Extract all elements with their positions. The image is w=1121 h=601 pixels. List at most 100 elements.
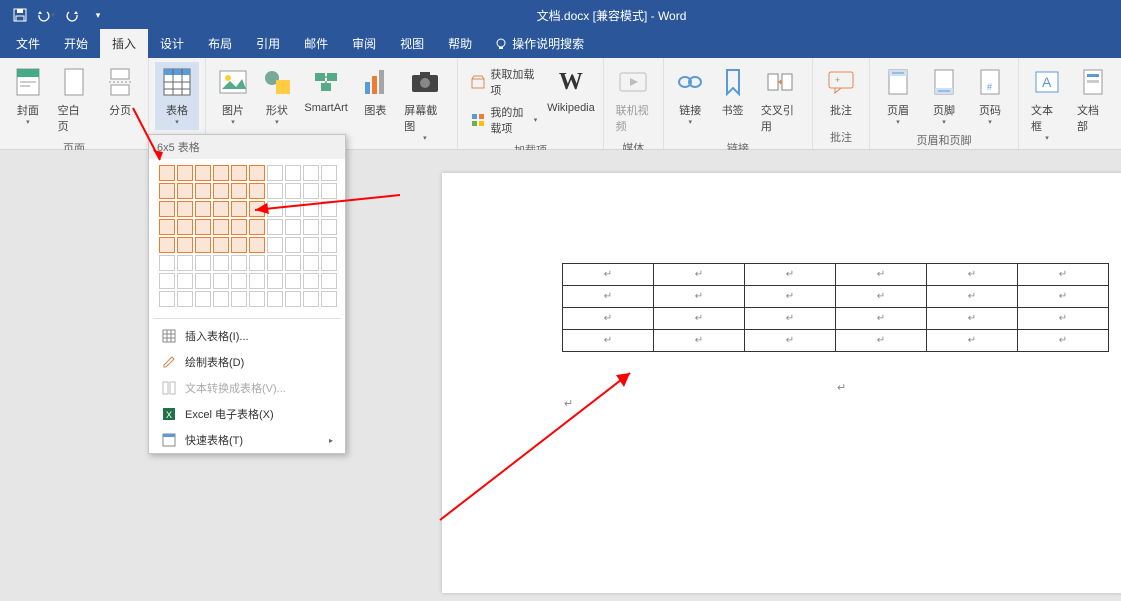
table-cell[interactable]: ↵ bbox=[563, 264, 654, 286]
chart-button[interactable]: 图表 bbox=[354, 62, 396, 122]
table-cell[interactable]: ↵ bbox=[563, 308, 654, 330]
grid-cell[interactable] bbox=[267, 273, 283, 289]
document-table[interactable]: ↵↵↵↵↵↵↵↵↵↵↵↵↵↵↵↵↵↵↵↵↵↵↵↵ bbox=[562, 263, 1109, 352]
grid-cell[interactable] bbox=[159, 237, 175, 253]
get-addins-button[interactable]: 获取加载项 bbox=[466, 64, 541, 100]
footer-button[interactable]: 页脚▾ bbox=[922, 62, 966, 130]
tab-help[interactable]: 帮助 bbox=[436, 29, 484, 58]
table-grid-picker[interactable] bbox=[149, 159, 345, 314]
grid-cell[interactable] bbox=[195, 219, 211, 235]
table-cell[interactable]: ↵ bbox=[745, 264, 836, 286]
blank-page-button[interactable]: 空白页 bbox=[52, 62, 97, 138]
grid-cell[interactable] bbox=[195, 165, 211, 181]
grid-cell[interactable] bbox=[249, 219, 265, 235]
link-button[interactable]: 链接▾ bbox=[670, 62, 710, 130]
grid-cell[interactable] bbox=[213, 165, 229, 181]
grid-cell[interactable] bbox=[177, 165, 193, 181]
grid-cell[interactable] bbox=[321, 255, 337, 271]
grid-cell[interactable] bbox=[285, 219, 301, 235]
table-cell[interactable]: ↵ bbox=[654, 330, 745, 352]
table-cell[interactable]: ↵ bbox=[836, 330, 927, 352]
undo-button[interactable]: ▾ bbox=[34, 3, 58, 27]
grid-cell[interactable] bbox=[303, 219, 319, 235]
grid-cell[interactable] bbox=[285, 291, 301, 307]
grid-cell[interactable] bbox=[231, 255, 247, 271]
table-cell[interactable]: ↵ bbox=[745, 330, 836, 352]
grid-cell[interactable] bbox=[195, 273, 211, 289]
table-cell[interactable]: ↵ bbox=[1018, 308, 1109, 330]
pictures-button[interactable]: 图片▾ bbox=[212, 62, 254, 130]
qat-customize-button[interactable]: ▾ bbox=[86, 3, 110, 27]
online-video-button[interactable]: 联机视频 bbox=[610, 62, 657, 138]
tab-mailings[interactable]: 邮件 bbox=[292, 29, 340, 58]
grid-cell[interactable] bbox=[195, 201, 211, 217]
screenshot-button[interactable]: 屏幕截图▾ bbox=[398, 62, 451, 146]
grid-cell[interactable] bbox=[321, 273, 337, 289]
crossref-button[interactable]: 交叉引用 bbox=[755, 62, 806, 138]
grid-cell[interactable] bbox=[177, 255, 193, 271]
tab-insert[interactable]: 插入 bbox=[100, 29, 148, 58]
table-cell[interactable]: ↵ bbox=[563, 286, 654, 308]
table-cell[interactable]: ↵ bbox=[1018, 264, 1109, 286]
grid-cell[interactable] bbox=[177, 291, 193, 307]
quickparts-button[interactable]: 文档部 bbox=[1071, 62, 1115, 138]
comment-button[interactable]: + 批注 bbox=[819, 62, 863, 122]
save-button[interactable] bbox=[8, 3, 32, 27]
tell-me-search[interactable]: 操作说明搜索 bbox=[484, 29, 594, 58]
my-addins-button[interactable]: 我的加载项 ▾ bbox=[466, 102, 541, 138]
grid-cell[interactable] bbox=[213, 237, 229, 253]
quick-tables-item[interactable]: 快速表格(T) ▸ bbox=[149, 427, 345, 453]
grid-cell[interactable] bbox=[231, 237, 247, 253]
grid-cell[interactable] bbox=[177, 183, 193, 199]
wikipedia-button[interactable]: W Wikipedia bbox=[545, 62, 596, 118]
textbox-button[interactable]: A 文本框▾ bbox=[1025, 62, 1069, 146]
table-cell[interactable]: ↵ bbox=[927, 330, 1018, 352]
grid-cell[interactable] bbox=[303, 255, 319, 271]
grid-cell[interactable] bbox=[159, 273, 175, 289]
header-button[interactable]: 页眉▾ bbox=[876, 62, 920, 130]
table-cell[interactable]: ↵ bbox=[745, 308, 836, 330]
grid-cell[interactable] bbox=[213, 291, 229, 307]
grid-cell[interactable] bbox=[249, 273, 265, 289]
grid-cell[interactable] bbox=[249, 165, 265, 181]
grid-cell[interactable] bbox=[267, 237, 283, 253]
grid-cell[interactable] bbox=[195, 291, 211, 307]
cover-page-button[interactable]: 封面▾ bbox=[6, 62, 50, 130]
grid-cell[interactable] bbox=[231, 165, 247, 181]
table-cell[interactable]: ↵ bbox=[927, 286, 1018, 308]
table-cell[interactable]: ↵ bbox=[745, 286, 836, 308]
grid-cell[interactable] bbox=[231, 291, 247, 307]
grid-cell[interactable] bbox=[213, 219, 229, 235]
grid-cell[interactable] bbox=[159, 183, 175, 199]
grid-cell[interactable] bbox=[267, 255, 283, 271]
grid-cell[interactable] bbox=[303, 237, 319, 253]
grid-cell[interactable] bbox=[177, 219, 193, 235]
table-cell[interactable]: ↵ bbox=[654, 286, 745, 308]
grid-cell[interactable] bbox=[249, 237, 265, 253]
grid-cell[interactable] bbox=[159, 291, 175, 307]
grid-cell[interactable] bbox=[159, 201, 175, 217]
grid-cell[interactable] bbox=[321, 219, 337, 235]
smartart-button[interactable]: SmartArt bbox=[300, 62, 353, 118]
grid-cell[interactable] bbox=[303, 273, 319, 289]
grid-cell[interactable] bbox=[249, 255, 265, 271]
table-cell[interactable]: ↵ bbox=[1018, 330, 1109, 352]
grid-cell[interactable] bbox=[321, 237, 337, 253]
grid-cell[interactable] bbox=[285, 255, 301, 271]
grid-cell[interactable] bbox=[213, 255, 229, 271]
shapes-button[interactable]: 形状▾ bbox=[256, 62, 298, 130]
grid-cell[interactable] bbox=[285, 273, 301, 289]
grid-cell[interactable] bbox=[213, 201, 229, 217]
grid-cell[interactable] bbox=[267, 219, 283, 235]
insert-table-item[interactable]: 插入表格(I)... bbox=[149, 323, 345, 349]
grid-cell[interactable] bbox=[195, 183, 211, 199]
grid-cell[interactable] bbox=[195, 237, 211, 253]
grid-cell[interactable] bbox=[249, 291, 265, 307]
grid-cell[interactable] bbox=[213, 273, 229, 289]
tab-review[interactable]: 审阅 bbox=[340, 29, 388, 58]
table-cell[interactable]: ↵ bbox=[654, 308, 745, 330]
grid-cell[interactable] bbox=[177, 237, 193, 253]
tab-home[interactable]: 开始 bbox=[52, 29, 100, 58]
tab-layout[interactable]: 布局 bbox=[196, 29, 244, 58]
table-cell[interactable]: ↵ bbox=[836, 308, 927, 330]
